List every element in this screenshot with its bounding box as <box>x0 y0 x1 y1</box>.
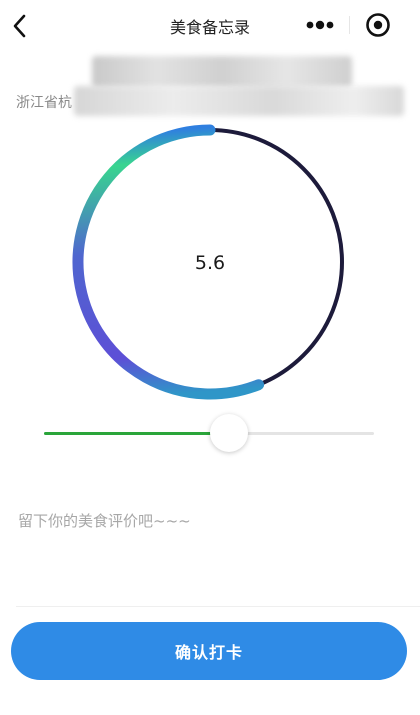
comment-input[interactable] <box>16 508 410 602</box>
location-label: 浙江省杭 <box>16 95 72 111</box>
slider-thumb[interactable] <box>209 414 248 452</box>
page-title: 美食备忘录 <box>169 18 250 37</box>
rating-value: 5.6 <box>194 252 226 274</box>
slider-fill <box>44 432 229 435</box>
more-dots-icon[interactable] <box>300 10 340 40</box>
navigation-bar: 美食备忘录 <box>0 0 420 50</box>
confirm-checkin-button[interactable]: 确认打卡 <box>11 622 407 680</box>
blurred-address-mask <box>74 86 404 116</box>
blurred-address-mask <box>92 56 352 88</box>
capsule-divider <box>349 16 350 34</box>
divider <box>16 606 420 607</box>
rating-slider[interactable] <box>44 414 374 454</box>
target-circle-icon[interactable] <box>362 9 394 41</box>
